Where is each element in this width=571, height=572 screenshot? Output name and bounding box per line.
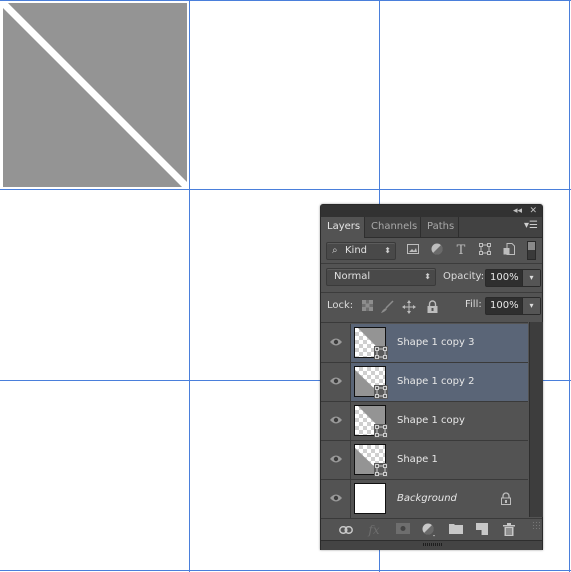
visibility-column[interactable] (321, 324, 351, 362)
type-layer-filter-icon[interactable]: T (453, 243, 469, 259)
lock-transparent-pixels-icon[interactable] (360, 300, 374, 314)
shape-layer-filter-icon[interactable] (477, 243, 493, 259)
horizontal-guide[interactable] (0, 0, 571, 1)
pixel-layer-filter-icon[interactable] (405, 243, 421, 259)
opacity-value[interactable]: 100% (490, 272, 519, 283)
panel-menu-icon[interactable]: ▾☰ (524, 220, 538, 231)
vector-mask-icon (374, 463, 388, 477)
adjustment-layer-icon[interactable] (421, 523, 437, 537)
fill-label: Fill: (465, 299, 482, 310)
close-icon[interactable]: ✕ (529, 205, 537, 217)
layer-row[interactable]: Shape 1 copy 2 (321, 363, 528, 402)
vector-mask-icon (374, 346, 388, 360)
fill-field[interactable]: 100% ▾ (485, 297, 541, 315)
layer-row[interactable]: Shape 1 (321, 441, 528, 480)
up-down-arrows-icon: ⬍ (424, 272, 431, 281)
visibility-column[interactable] (321, 480, 351, 518)
opacity-label: Opacity: (443, 271, 485, 282)
tab-layers[interactable]: Layers (321, 217, 365, 238)
layer-row[interactable]: Background (321, 480, 528, 519)
add-layer-mask-icon[interactable] (395, 523, 411, 537)
search-icon: ⌕ (332, 245, 338, 256)
layer-name[interactable]: Background (397, 493, 457, 504)
layer-row[interactable]: Shape 1 copy (321, 402, 528, 441)
lock-label: Lock: (327, 300, 354, 311)
eye-visibility-icon[interactable] (329, 376, 343, 386)
eye-visibility-icon[interactable] (329, 454, 343, 464)
layer-lock-icon[interactable] (501, 492, 511, 506)
visibility-column[interactable] (321, 441, 351, 479)
lock-image-pixels-brush-icon[interactable] (380, 300, 394, 314)
eye-visibility-icon[interactable] (329, 493, 343, 503)
layer-name[interactable]: Shape 1 (397, 454, 438, 465)
opacity-field[interactable]: 100% ▾ (485, 269, 541, 287)
delete-layer-trash-icon[interactable] (501, 523, 517, 537)
new-group-folder-icon[interactable] (448, 523, 464, 537)
horizontal-guide[interactable] (0, 189, 571, 190)
filter-toggle-switch[interactable] (527, 241, 536, 260)
eye-visibility-icon[interactable] (329, 337, 343, 347)
up-down-arrows-icon: ⬍ (384, 246, 391, 255)
panel-titlebar[interactable]: ◂◂ ✕ (321, 205, 542, 217)
vertical-guide[interactable] (189, 0, 190, 572)
layers-scrollbar[interactable] (529, 322, 543, 517)
adjustment-layer-filter-icon[interactable] (429, 243, 445, 259)
tab-paths[interactable]: Paths (421, 217, 459, 237)
resize-grip-icon[interactable] (532, 521, 540, 529)
layer-thumbnail[interactable] (354, 483, 386, 514)
horizontal-guide[interactable] (0, 570, 571, 571)
lock-all-icon[interactable] (425, 300, 439, 314)
smart-object-filter-icon[interactable] (501, 243, 517, 259)
new-layer-icon[interactable] (474, 523, 490, 537)
layer-row[interactable]: Shape 1 copy 3 (321, 324, 528, 363)
opacity-dropdown-button[interactable]: ▾ (522, 270, 540, 286)
filter-kind-select[interactable]: ⌕ Kind ⬍ (326, 242, 396, 260)
blend-mode-value: Normal (334, 271, 371, 282)
visibility-column[interactable] (321, 363, 351, 401)
lock-position-move-icon[interactable] (402, 300, 416, 314)
canvas-shape[interactable] (3, 3, 187, 187)
eye-visibility-icon[interactable] (329, 415, 343, 425)
fill-dropdown-button[interactable]: ▾ (522, 298, 540, 314)
panel-drag-handle[interactable] (321, 540, 542, 550)
layer-name[interactable]: Shape 1 copy (397, 415, 465, 426)
link-layers-icon[interactable] (338, 523, 354, 537)
blend-mode-select[interactable]: Normal ⬍ (326, 268, 436, 286)
visibility-column[interactable] (321, 402, 351, 440)
vector-mask-icon (374, 385, 388, 399)
vector-mask-icon (374, 424, 388, 438)
layer-name[interactable]: Shape 1 copy 3 (397, 337, 474, 348)
filter-kind-label: Kind (345, 245, 368, 256)
layers-list: Shape 1 copy 3 Shape 1 copy 2 Shape 1 copy… (321, 322, 528, 519)
filter-row: ⌕ Kind ⬍ T (321, 238, 542, 264)
panel-bottom-toolbar: fx (321, 518, 542, 541)
blend-row: Normal ⬍ Opacity: 100% ▾ (321, 264, 542, 293)
panel-tabs: Layers Channels Paths ▾☰ (321, 217, 542, 238)
fill-value[interactable]: 100% (490, 300, 519, 311)
layer-style-fx-icon[interactable]: fx (366, 523, 382, 537)
tab-channels[interactable]: Channels (365, 217, 421, 237)
layer-name[interactable]: Shape 1 copy 2 (397, 376, 474, 387)
layers-panel: ◂◂ ✕ Layers Channels Paths ▾☰ ⌕ Kind ⬍ T… (320, 204, 543, 550)
vertical-guide[interactable] (569, 0, 570, 572)
double-chevron-left-icon[interactable]: ◂◂ (513, 205, 522, 217)
